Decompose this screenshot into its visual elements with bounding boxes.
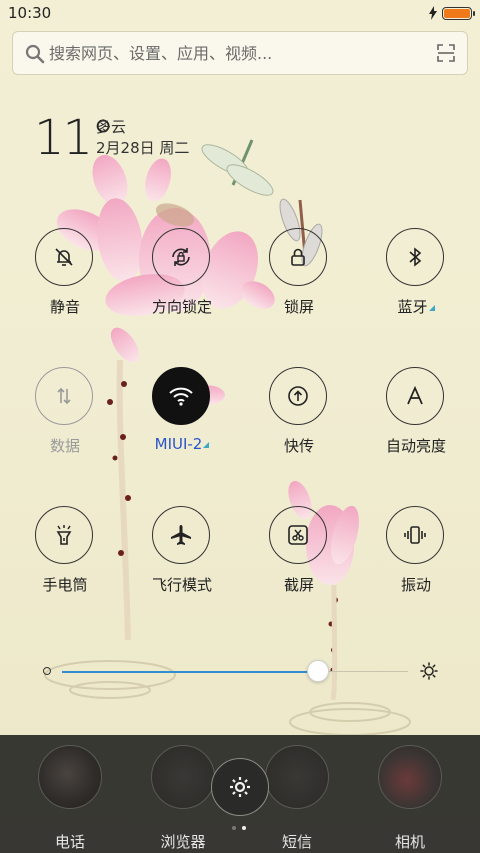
status-bar: 10:30 — [0, 0, 480, 28]
toggle-wifi[interactable]: MIUI-2 — [127, 367, 237, 457]
rotation-lock-icon — [172, 248, 190, 266]
brightness-low-icon — [43, 667, 51, 675]
toggle-label: 振动 — [400, 576, 431, 594]
status-icons — [428, 6, 475, 20]
toggle-screenshot[interactable]: 截屏 — [244, 506, 354, 596]
messages-icon[interactable] — [265, 745, 329, 809]
toggle-airplane-mode[interactable]: 飞行模式 — [127, 506, 237, 596]
battery-level — [444, 8, 470, 18]
toggle-circle[interactable] — [35, 506, 93, 564]
page-indicator — [232, 826, 246, 830]
toggle-label: 锁屏 — [283, 298, 314, 316]
settings-button[interactable] — [211, 758, 269, 816]
search-input[interactable] — [49, 40, 429, 66]
gear-icon — [230, 777, 250, 797]
toggle-label: 飞行模式 — [151, 576, 212, 594]
search-icon — [25, 44, 45, 64]
page-dot — [232, 826, 236, 830]
toggle-circle[interactable] — [386, 228, 444, 286]
toggle-vibrate[interactable]: 振动 — [361, 506, 471, 596]
toggle-label: 方向锁定 — [151, 298, 212, 316]
brightness-slider-thumb[interactable] — [307, 660, 330, 682]
brightness-high-icon — [420, 662, 438, 680]
submenu-indicator-icon — [203, 442, 210, 448]
toggle-label: 自动亮度 — [385, 437, 446, 455]
lock-icon — [291, 248, 305, 266]
toggle-label: 数据 — [49, 437, 80, 455]
toggle-circle[interactable] — [35, 228, 93, 286]
toggle-silent[interactable]: 静音 — [10, 228, 120, 318]
charging-icon — [429, 6, 437, 20]
toggle-mobile-data[interactable]: 数据 — [10, 367, 120, 457]
weather-condition: 多云 — [96, 118, 127, 136]
screenshot-icon — [288, 525, 308, 545]
toggle-label: 静音 — [49, 298, 80, 316]
quick-transfer-icon — [288, 386, 308, 406]
submenu-indicator-icon — [428, 305, 435, 311]
battery-icon — [442, 6, 475, 20]
dock-app-phone[interactable]: 电话 — [10, 745, 130, 853]
toggle-circle[interactable] — [269, 506, 327, 564]
camera-icon[interactable] — [378, 745, 442, 809]
toggle-circle[interactable] — [386, 506, 444, 564]
bluetooth-icon — [409, 247, 422, 267]
mobile-data-icon — [57, 387, 71, 405]
toggle-quick-transfer[interactable]: 快传 — [244, 367, 354, 457]
dock-app-label: 电话 — [54, 833, 85, 851]
phone-icon[interactable] — [38, 745, 102, 809]
page-dot-current — [242, 826, 246, 830]
toggle-label-text: 蓝牙 — [397, 298, 428, 316]
toggle-circle[interactable] — [152, 506, 210, 564]
toggle-label: 截屏 — [283, 576, 314, 594]
status-time: 10:30 — [8, 4, 52, 22]
toggle-label-text: MIUI-2 — [154, 435, 203, 453]
flashlight-icon — [56, 525, 72, 545]
vibrate-icon — [404, 526, 426, 544]
dock-app-camera[interactable]: 相机 — [350, 745, 470, 853]
toggle-circle[interactable] — [35, 367, 93, 425]
toggle-lock-screen[interactable]: 锁屏 — [244, 228, 354, 318]
weather-date: 2月28日 周二 — [96, 139, 190, 157]
toggle-circle[interactable] — [269, 367, 327, 425]
wifi-icon — [169, 387, 193, 406]
toggle-circle[interactable] — [152, 367, 210, 425]
toggle-label: MIUI-2 — [127, 435, 237, 453]
scan-icon[interactable] — [437, 44, 455, 62]
dock-app-label: 短信 — [281, 833, 312, 851]
toggle-label: 手电筒 — [42, 576, 88, 594]
toggle-circle[interactable] — [269, 228, 327, 286]
dock-app-label: 相机 — [394, 833, 425, 851]
airplane-icon — [171, 525, 191, 545]
brightness-slider[interactable] — [62, 660, 408, 682]
toggle-bluetooth[interactable]: 蓝牙 — [361, 228, 471, 318]
brightness-slider-fill — [62, 670, 319, 673]
bell-off-icon — [55, 248, 73, 266]
toggle-circle[interactable] — [152, 228, 210, 286]
toggle-circle[interactable] — [386, 367, 444, 425]
toggle-flashlight[interactable]: 手电筒 — [10, 506, 120, 596]
dock-app-label: 浏览器 — [160, 833, 206, 851]
search-bar[interactable] — [12, 31, 468, 75]
browser-icon[interactable] — [151, 745, 215, 809]
toggle-auto-brightness[interactable]: 自动亮度 — [361, 367, 471, 457]
auto-brightness-icon — [407, 385, 423, 405]
toggle-rotation-lock[interactable]: 方向锁定 — [127, 228, 237, 318]
toggle-label: 蓝牙 — [361, 296, 471, 317]
toggle-label: 快传 — [283, 437, 314, 455]
